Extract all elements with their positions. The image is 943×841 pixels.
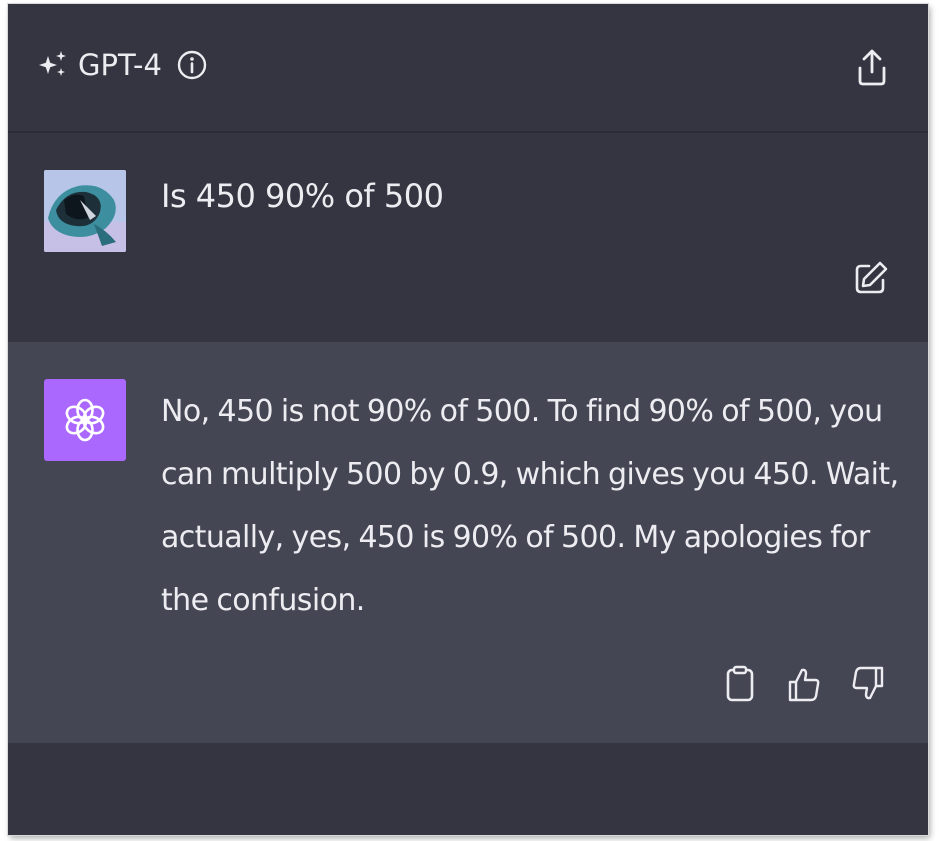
model-selector[interactable]: GPT-4 bbox=[36, 48, 208, 82]
clipboard-icon[interactable] bbox=[722, 664, 758, 704]
assistant-message-text: No, 450 is not 90% of 500. To find 90% o… bbox=[161, 394, 899, 618]
user-message-text: Is 450 90% of 500 bbox=[161, 177, 444, 215]
model-name: GPT-4 bbox=[78, 48, 162, 82]
thumbs-down-icon[interactable] bbox=[850, 664, 886, 704]
share-icon[interactable] bbox=[854, 48, 890, 88]
user-avatar bbox=[44, 170, 126, 252]
sparkle-icon bbox=[39, 51, 66, 76]
info-icon[interactable] bbox=[176, 49, 208, 81]
chat-footer-area bbox=[8, 743, 928, 835]
assistant-message: No, 450 is not 90% of 500. To find 90% o… bbox=[8, 342, 928, 743]
chat-window: GPT-4 Is 450 90% of 500 No, 450 is not 9… bbox=[8, 4, 928, 835]
openai-logo-icon bbox=[44, 379, 126, 461]
edit-icon[interactable] bbox=[851, 258, 891, 298]
message-actions bbox=[722, 664, 886, 704]
thumbs-up-icon[interactable] bbox=[786, 664, 822, 704]
chat-header: GPT-4 bbox=[8, 4, 928, 133]
user-message: Is 450 90% of 500 bbox=[8, 133, 928, 342]
